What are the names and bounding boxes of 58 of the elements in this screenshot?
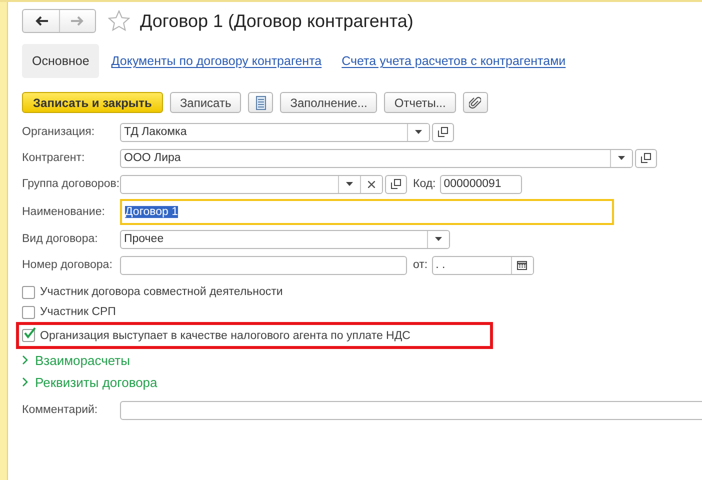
field-label: Группа договоров:: [22, 178, 120, 190]
dropdown-icon: [618, 156, 625, 160]
dropdown-icon: [346, 182, 353, 186]
field-label: от:: [413, 259, 428, 271]
save-and-close-button[interactable]: Записать и закрыть: [22, 92, 163, 113]
input-field[interactable]: . .: [432, 256, 534, 274]
open-icon: [641, 153, 651, 163]
input-field[interactable]: ООО Лира: [120, 148, 633, 168]
open-button[interactable]: [635, 148, 657, 168]
checkbox[interactable]: [22, 286, 35, 298]
checkbox[interactable]: [22, 306, 35, 318]
dropdown-button[interactable]: [407, 124, 429, 140]
open-button[interactable]: [385, 174, 407, 194]
field-label: Код:: [413, 178, 436, 190]
dropdown-icon: [415, 130, 422, 134]
chevron-icon: [22, 377, 29, 387]
toolbar-button[interactable]: Заполнение...: [280, 92, 378, 113]
list-button[interactable]: [248, 92, 274, 113]
tab[interactable]: Счета учета расчетов с контрагентами: [332, 44, 576, 78]
window-title: Договор 1 (Договор контрагента): [140, 10, 414, 32]
input-field[interactable]: ТД Лакомка: [120, 122, 430, 142]
open-icon: [391, 179, 401, 189]
input-field[interactable]: 000000091: [440, 174, 522, 194]
dropdown-icon: [435, 237, 442, 241]
open-icon: [438, 127, 448, 137]
tab[interactable]: Документы по договору контрагента: [101, 44, 332, 78]
checkbox-label: Участник договора совместной деятельности: [40, 286, 283, 298]
comment-field[interactable]: [120, 400, 702, 420]
tab[interactable]: Основное: [22, 44, 100, 78]
attach-button[interactable]: [462, 92, 488, 113]
clear-button[interactable]: [360, 176, 382, 192]
input-field[interactable]: [120, 174, 383, 194]
toolbar-button[interactable]: Записать: [170, 92, 242, 113]
input-field[interactable]: Прочее: [120, 230, 450, 248]
checkbox-label: Организация выступает в качестве налогового агента по уплате НДС: [40, 330, 410, 342]
dropdown-button[interactable]: [427, 230, 449, 248]
forward-arrow-icon: [71, 16, 84, 26]
paperclip-icon: [469, 96, 482, 109]
field-label: Контрагент:: [22, 152, 86, 164]
field-label: Номер договора:: [22, 259, 114, 271]
field-label: Вид договора:: [22, 233, 99, 245]
input-field[interactable]: [120, 256, 407, 274]
checkbox[interactable]: [22, 329, 35, 342]
field-label: Организация:: [22, 126, 96, 138]
dropdown-button[interactable]: [610, 150, 632, 166]
calendar-button[interactable]: [510, 256, 533, 274]
back-arrow-icon: [34, 16, 48, 26]
clear-icon: [368, 180, 375, 188]
list-icon: [256, 96, 266, 110]
calendar-icon: [517, 260, 528, 270]
open-button[interactable]: [432, 122, 454, 142]
field-label: Комментарий:: [22, 404, 99, 416]
input-field[interactable]: Договор 1: [120, 198, 614, 224]
checkbox-label: Участник СРП: [40, 306, 116, 318]
chevron-icon: [22, 355, 29, 365]
toolbar-button[interactable]: Отчеты...: [384, 92, 456, 113]
star-icon[interactable]: [108, 10, 130, 32]
field-label: Наименование:: [22, 206, 106, 218]
